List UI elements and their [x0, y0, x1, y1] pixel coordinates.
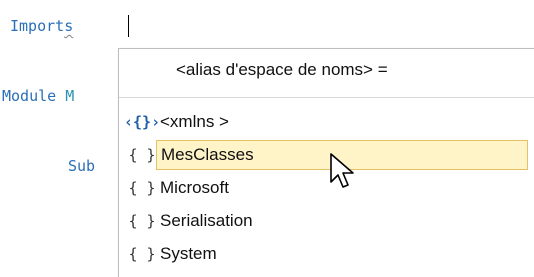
mouse-pointer-icon — [330, 153, 354, 188]
completion-item-label: Serialisation — [160, 211, 253, 230]
completion-item[interactable]: { } Serialisation — [124, 205, 534, 237]
code-line-sub[interactable]: Sub — [68, 156, 95, 176]
completion-header: <alias d'espace de noms> = — [176, 60, 388, 79]
namespace-icon: { } — [128, 179, 156, 197]
namespace-icon: { } — [128, 212, 156, 230]
completion-item-label: <xmlns > — [160, 112, 229, 131]
code-line-imports[interactable]: Imports — [10, 16, 73, 36]
namespace-icon: { } — [128, 146, 156, 164]
sub-keyword: Sub — [68, 157, 96, 175]
completion-item[interactable]: ‹{}› <xmlns > — [124, 106, 534, 138]
completion-item-label: Microsoft — [160, 178, 229, 197]
code-line-module[interactable]: Module M — [2, 86, 74, 106]
xmlns-icon: ‹{}› — [124, 113, 161, 131]
imports-keyword: Imports — [10, 17, 74, 35]
completion-divider — [119, 97, 534, 98]
squiggle-underline: s — [64, 17, 74, 35]
namespace-icon: { } — [128, 245, 156, 263]
completion-item-label: System — [160, 244, 217, 263]
text-caret — [128, 15, 129, 37]
module-name: M — [65, 87, 75, 105]
completion-item[interactable]: { } System — [124, 238, 534, 270]
module-keyword: Module — [2, 87, 57, 105]
